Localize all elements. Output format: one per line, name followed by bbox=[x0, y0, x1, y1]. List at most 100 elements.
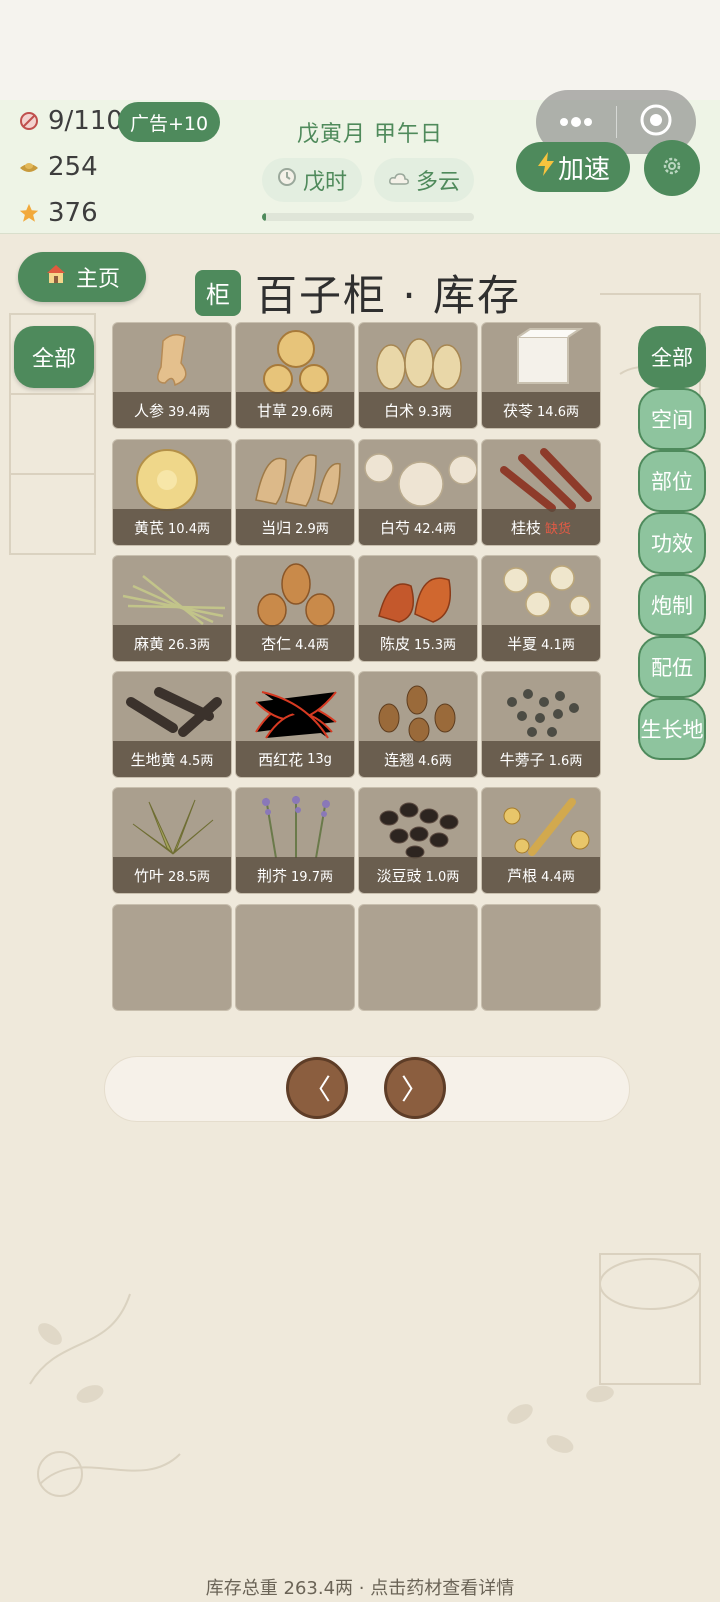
herb-cell[interactable]: 西红花 13g bbox=[235, 671, 355, 778]
lunar-date: 戊寅月 甲午日 bbox=[297, 122, 443, 147]
herb-name: 牛蒡子 bbox=[499, 750, 545, 769]
herb-name: 淡豆豉 bbox=[376, 866, 422, 885]
herb-name: 人参 bbox=[134, 401, 165, 420]
herb-amount: 1.0两 bbox=[425, 869, 460, 885]
speed-up-label: 加速 bbox=[557, 154, 610, 185]
more-dots-icon bbox=[558, 113, 594, 132]
ephedra-stems-icon bbox=[113, 556, 231, 628]
side-tab-6[interactable]: 生长地 bbox=[638, 698, 706, 760]
side-tab-1[interactable]: 空间 bbox=[638, 388, 706, 450]
herb-caption: 竹叶 28.5两 bbox=[113, 857, 231, 893]
herb-amount: 19.7两 bbox=[291, 869, 333, 885]
herb-amount: 29.6两 bbox=[291, 404, 333, 420]
herb-cell[interactable]: 竹叶 28.5两 bbox=[112, 787, 232, 894]
reed-rhizome-icon bbox=[482, 788, 600, 860]
ad-bonus-button[interactable]: 广告+10 bbox=[118, 102, 220, 142]
pinellia-tubers-icon bbox=[482, 556, 600, 628]
astragalus-slice-icon bbox=[113, 440, 231, 512]
left-filter-all[interactable]: 全部 bbox=[14, 326, 94, 388]
herb-amount: 13g bbox=[307, 751, 332, 767]
side-tab-0[interactable]: 全部 bbox=[638, 326, 706, 388]
page-title: 柜 百子柜 · 库存 bbox=[195, 262, 521, 323]
herb-caption: 白术 9.3两 bbox=[359, 392, 477, 428]
gear-icon bbox=[661, 155, 683, 181]
settings-button[interactable] bbox=[644, 140, 700, 196]
herb-cell[interactable]: 甘草 29.6两 bbox=[235, 322, 355, 429]
home-button-label: 主页 bbox=[75, 267, 120, 292]
energy-value: 9/110 bbox=[48, 106, 123, 136]
herb-caption: 白芍 42.4两 bbox=[359, 509, 477, 545]
energy-stat: 9/110 bbox=[18, 106, 123, 136]
herb-name: 麻黄 bbox=[134, 634, 165, 653]
herb-caption: 淡豆豉 1.0两 bbox=[359, 857, 477, 893]
herb-name: 当归 bbox=[261, 518, 292, 537]
side-tab-3[interactable]: 功效 bbox=[638, 512, 706, 574]
pager-bar bbox=[104, 1056, 630, 1122]
herb-cell[interactable]: 淡豆豉 1.0两 bbox=[358, 787, 478, 894]
ginseng-root-icon bbox=[113, 323, 231, 395]
weather-chip[interactable]: 多云 bbox=[374, 158, 474, 202]
herb-name: 芦根 bbox=[507, 866, 538, 885]
herb-cell[interactable]: 半夏 4.1两 bbox=[481, 555, 601, 662]
herb-cell[interactable]: 芦根 4.4两 bbox=[481, 787, 601, 894]
time-chip[interactable]: 戊时 bbox=[262, 158, 362, 202]
herb-caption: 茯苓 14.6两 bbox=[482, 392, 600, 428]
herb-amount: 4.4两 bbox=[541, 869, 575, 885]
herb-cell[interactable]: 茯苓 14.6两 bbox=[481, 322, 601, 429]
herb-cell[interactable]: 荆芥 19.7两 bbox=[235, 787, 355, 894]
clock-icon bbox=[277, 167, 297, 193]
target-icon bbox=[639, 103, 673, 141]
side-tab-2[interactable]: 部位 bbox=[638, 450, 706, 512]
herb-cell[interactable]: 生地黄 4.5两 bbox=[112, 671, 232, 778]
herb-name: 白术 bbox=[384, 401, 415, 420]
herb-cell[interactable]: 陈皮 15.3两 bbox=[358, 555, 478, 662]
herb-cell[interactable]: 桂枝 缺货 bbox=[481, 439, 601, 546]
prev-page-button[interactable]: 〈 bbox=[286, 1057, 348, 1119]
herb-cell[interactable]: 黄芪 10.4两 bbox=[112, 439, 232, 546]
herb-cell[interactable]: 连翘 4.6两 bbox=[358, 671, 478, 778]
apricot-kernels-icon bbox=[236, 556, 354, 628]
herb-cell[interactable]: 麻黄 26.3两 bbox=[112, 555, 232, 662]
herb-name: 桂枝 bbox=[510, 518, 541, 537]
licorice-slices-icon bbox=[236, 323, 354, 395]
empty-slot bbox=[235, 904, 355, 1011]
peony-slices-icon bbox=[359, 440, 477, 512]
tangerine-peel-icon bbox=[359, 556, 477, 628]
cinnamon-twigs-icon bbox=[482, 440, 600, 512]
herb-name: 竹叶 bbox=[134, 866, 165, 885]
pill-icon bbox=[18, 110, 40, 132]
lightning-icon bbox=[536, 151, 556, 184]
herb-amount: 28.5两 bbox=[168, 869, 210, 885]
cabinet-badge: 柜 bbox=[195, 269, 241, 316]
herb-caption: 牛蒡子 1.6两 bbox=[482, 741, 600, 777]
herb-name: 黄芪 bbox=[134, 518, 165, 537]
next-page-button[interactable]: 〉 bbox=[384, 1057, 446, 1119]
inventory-grid: 人参 39.4两 甘草 29.6两 白术 9.3两 茯苓 14.6两 黄芪 10.4两 当归 2.9两… bbox=[102, 322, 614, 1034]
herb-cell[interactable]: 当归 2.9两 bbox=[235, 439, 355, 546]
herb-amount: 4.6两 bbox=[418, 753, 452, 769]
side-tab-4[interactable]: 炮制 bbox=[638, 574, 706, 636]
herb-cell[interactable]: 杏仁 4.4两 bbox=[235, 555, 355, 662]
herb-caption: 麻黄 26.3两 bbox=[113, 625, 231, 661]
herb-name: 陈皮 bbox=[380, 634, 411, 653]
home-button[interactable]: 主页 bbox=[18, 252, 146, 302]
herb-cell[interactable]: 白术 9.3两 bbox=[358, 322, 478, 429]
star-icon bbox=[18, 202, 40, 224]
herb-caption: 生地黄 4.5两 bbox=[113, 741, 231, 777]
angelica-slices-icon bbox=[236, 440, 354, 512]
forsythia-fruits-icon bbox=[359, 672, 477, 744]
herb-cell[interactable]: 白芍 42.4两 bbox=[358, 439, 478, 546]
herb-caption: 陈皮 15.3两 bbox=[359, 625, 477, 661]
herb-amount: 39.4两 bbox=[168, 404, 210, 420]
herb-cell[interactable]: 人参 39.4两 bbox=[112, 322, 232, 429]
herb-cell[interactable]: 牛蒡子 1.6两 bbox=[481, 671, 601, 778]
side-tab-5[interactable]: 配伍 bbox=[638, 636, 706, 698]
speed-up-button[interactable]: 加速 bbox=[516, 142, 630, 192]
time-chip-label: 戊时 bbox=[302, 170, 347, 195]
empty-slot bbox=[481, 904, 601, 1011]
fermented-soybeans-icon bbox=[359, 788, 477, 860]
herb-caption: 杏仁 4.4两 bbox=[236, 625, 354, 661]
herb-caption: 当归 2.9两 bbox=[236, 509, 354, 545]
atractylodes-slices-icon bbox=[359, 323, 477, 395]
page-title-text: 百子柜 · 库存 bbox=[255, 271, 522, 320]
